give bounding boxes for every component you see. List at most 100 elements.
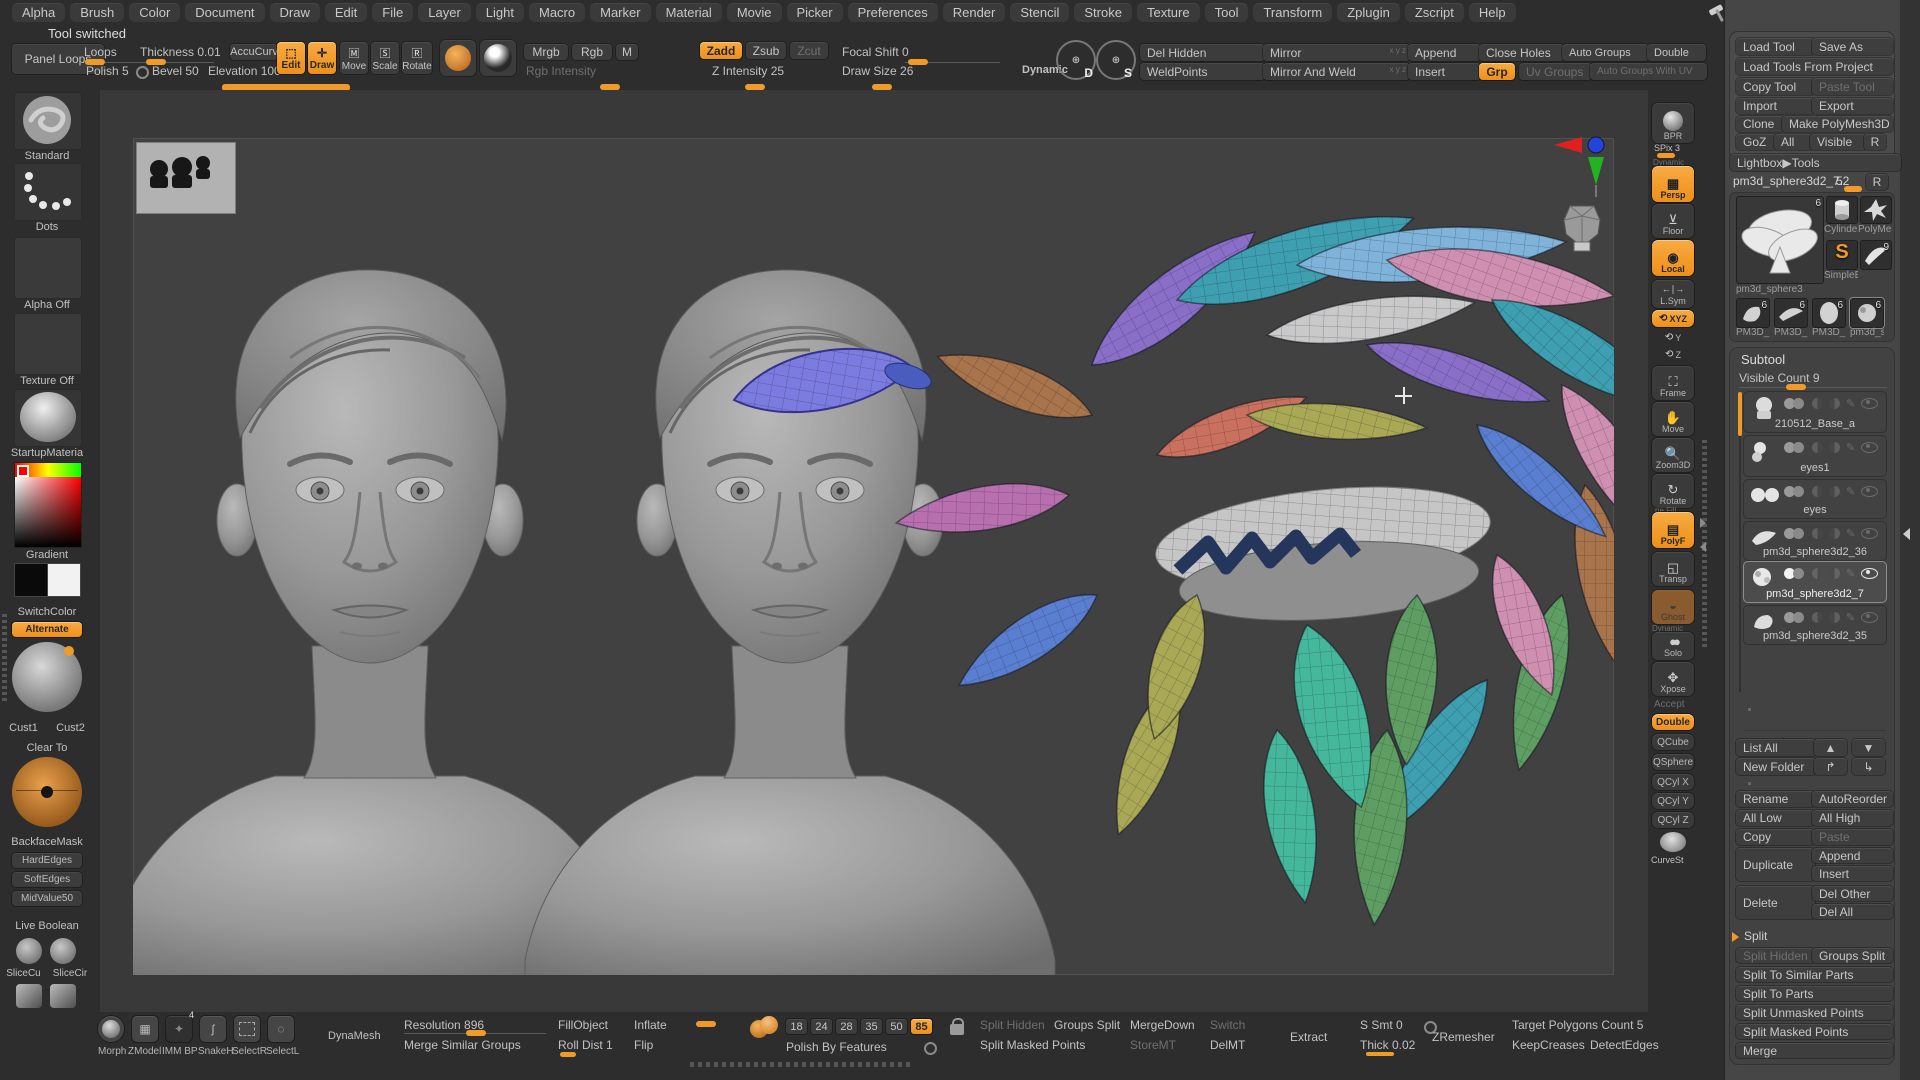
solo-button[interactable]: ●●Solo	[1652, 632, 1694, 660]
move-view-button[interactable]: ✋Move	[1652, 402, 1694, 436]
lock-icon[interactable]	[950, 1024, 964, 1035]
clear-to-label[interactable]: Clear To	[0, 742, 94, 754]
camview-head-icon[interactable]	[1556, 198, 1608, 254]
goz-button[interactable]: GoZ	[1736, 134, 1777, 150]
backfacemask-icon[interactable]	[12, 757, 82, 827]
s-smt-label[interactable]: S Smt 0	[1360, 1018, 1403, 1032]
del-hidden-button[interactable]: Del Hidden	[1140, 44, 1265, 61]
left-scroll-strip[interactable]	[2, 614, 7, 702]
rotate-button[interactable]: 🅁Rotate	[402, 42, 432, 74]
panel-collapse-icon[interactable]	[1903, 528, 1910, 540]
menu-item[interactable]: Alpha	[12, 3, 65, 22]
switch-button[interactable]: Switch	[1210, 1018, 1245, 1032]
menu-item[interactable]: Material	[656, 3, 722, 22]
qsphere-button[interactable]: QSphere	[1652, 754, 1694, 770]
qcube-button[interactable]: QCube	[1652, 734, 1694, 750]
main-color-swatch[interactable]	[14, 563, 48, 597]
paste-subtool-button[interactable]: Paste	[1812, 829, 1893, 845]
menu-item[interactable]: Edit	[325, 3, 367, 22]
rotate-view-button[interactable]: ↻Rotate	[1652, 474, 1694, 508]
xyz-rotate-button[interactable]: ⟲XYZ	[1652, 310, 1694, 327]
menu-item[interactable]: Macro	[529, 3, 585, 22]
focal-shift-label[interactable]: Focal Shift 0	[842, 45, 909, 59]
dynamesh-label[interactable]: DynaMesh	[328, 1030, 381, 1042]
visible-count-slider[interactable]	[1786, 384, 1806, 390]
preset-button[interactable]: 24	[811, 1019, 832, 1034]
zoom3d-button[interactable]: 🔍Zoom3D	[1652, 438, 1694, 472]
y-rotate-button[interactable]: ⟲Y	[1652, 330, 1694, 345]
autoreorder-button[interactable]: AutoReorder	[1812, 791, 1893, 807]
transp-button[interactable]: ◱Transp	[1652, 552, 1694, 586]
qcylx-button[interactable]: QCyl X	[1652, 774, 1694, 790]
menu-item[interactable]: Texture	[1137, 3, 1200, 22]
copy-tool-button[interactable]: Copy Tool	[1736, 78, 1815, 95]
brush-selector[interactable]	[14, 92, 82, 150]
double-top-button[interactable]: Double	[1647, 44, 1706, 61]
menu-item[interactable]: Document	[185, 3, 264, 22]
material-selector[interactable]	[14, 389, 82, 447]
sculpt-head-left[interactable]	[133, 270, 635, 975]
split-masked-button[interactable]: Split Masked Points	[1736, 1024, 1893, 1039]
weldpoints-button[interactable]: WeldPoints	[1140, 63, 1265, 80]
double-button[interactable]: Double	[1652, 714, 1694, 730]
subtool-row-base[interactable]: ✎ 210512_Base_a	[1744, 392, 1886, 432]
new-folder-button[interactable]: New Folder	[1736, 758, 1817, 775]
tool-thumb-active[interactable]: 6	[1736, 196, 1824, 284]
z-intensity-label[interactable]: Z Intensity 25	[712, 64, 784, 78]
midvalue50-button[interactable]: MidValue50	[12, 891, 82, 906]
tool-thumb-cylinder[interactable]	[1826, 196, 1858, 224]
switchcolor-label[interactable]: SwitchColor	[0, 606, 94, 618]
resolution-slider[interactable]	[466, 1030, 486, 1036]
lightbox-tools-button[interactable]: Lightbox▶Tools	[1730, 154, 1901, 171]
split-hidden-button[interactable]: Split Hidden	[1736, 948, 1815, 963]
menu-item[interactable]: Picker	[787, 3, 843, 22]
ghost-button[interactable]: ◒Ghost	[1652, 590, 1694, 624]
copy-subtool-button[interactable]: Copy	[1736, 829, 1815, 845]
polish-label[interactable]: Polish 5	[86, 64, 129, 78]
active-tool-slider[interactable]	[1844, 186, 1862, 192]
menu-item[interactable]: Movie	[727, 3, 782, 22]
visibility-eye-icon[interactable]	[1861, 568, 1878, 579]
xpose-button[interactable]: ✥Xpose	[1652, 662, 1694, 696]
preset-button[interactable]: 18	[786, 1019, 807, 1034]
export-button[interactable]: Export	[1812, 98, 1893, 114]
polyframe-button[interactable]: ▤PolyF	[1652, 512, 1694, 548]
grp-button[interactable]: Grp	[1479, 63, 1515, 80]
accept-button[interactable]: Accept	[1654, 699, 1685, 710]
move-button[interactable]: 🄼Move	[340, 42, 368, 74]
bpr-button[interactable]: BPR	[1652, 103, 1694, 143]
menu-item[interactable]: Marker	[590, 3, 650, 22]
thickness-label[interactable]: Thickness 0.01	[140, 45, 221, 59]
visibility-eye-icon[interactable]	[1861, 486, 1878, 497]
draw-size-dynamic-d-button[interactable]: ⊕D	[1056, 40, 1096, 80]
clone-button[interactable]: Clone	[1736, 116, 1785, 132]
delete-button[interactable]: Delete	[1736, 886, 1815, 919]
rename-button[interactable]: Rename	[1736, 791, 1815, 807]
subtool-scroll-thumb[interactable]	[1738, 392, 1742, 436]
active-tool-r-button[interactable]: R	[1866, 174, 1888, 190]
extract-button[interactable]: Extract	[1290, 1030, 1327, 1044]
roll-dist-label[interactable]: Roll Dist 1	[558, 1038, 613, 1052]
subtool-row-sphere35[interactable]: ✎ pm3d_sphere3d2_35	[1744, 606, 1886, 644]
thick-slider[interactable]	[1366, 1052, 1394, 1056]
spix-label[interactable]: SPix 3	[1654, 143, 1680, 153]
clipcurve-icon[interactable]	[50, 984, 76, 1008]
preset-button[interactable]: 35	[861, 1019, 882, 1034]
snakehook-brush-button[interactable]: ʃ	[200, 1016, 226, 1042]
menu-item[interactable]: Layer	[418, 3, 471, 22]
menu-item[interactable]: Tool	[1205, 3, 1249, 22]
slicecir-label[interactable]: SliceCir	[45, 968, 95, 979]
polish-radio[interactable]	[136, 66, 149, 79]
slicerect-icon[interactable]	[16, 984, 42, 1008]
menu-item[interactable]: Zplugin	[1337, 3, 1400, 22]
menu-item[interactable]: Help	[1469, 3, 1516, 22]
zmodeler-brush-button[interactable]: ▦	[132, 1016, 158, 1042]
tool-thumb-polymesh[interactable]	[1860, 196, 1892, 224]
save-as-button[interactable]: Save As	[1812, 38, 1893, 55]
target-polygons-label[interactable]: Target Polygons Count 5	[1512, 1018, 1643, 1032]
duplicate-button[interactable]: Duplicate	[1736, 848, 1815, 881]
secondary-color-swatch[interactable]	[47, 563, 81, 597]
texture-selector[interactable]	[14, 313, 82, 375]
append-subtool-button[interactable]: Append	[1812, 848, 1893, 863]
del-all-button[interactable]: Del All	[1812, 904, 1893, 919]
